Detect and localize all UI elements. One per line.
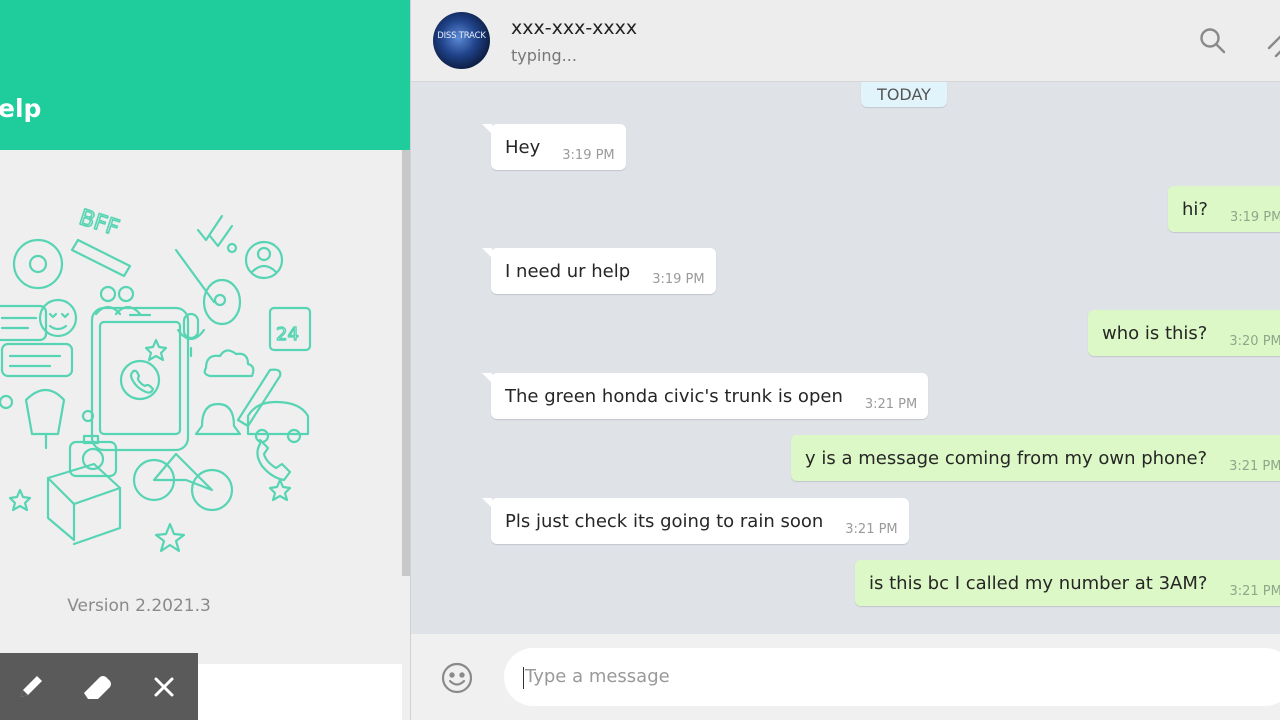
message-text: Pls just check its going to rain soon <box>505 510 824 532</box>
contact-status: typing... <box>511 46 577 65</box>
message-text: who is this? <box>1102 322 1208 344</box>
attach-icon[interactable] <box>1261 24 1280 58</box>
message-input[interactable]: Type a message <box>504 648 1280 706</box>
annotation-toolbar <box>0 653 198 720</box>
eraser-icon[interactable] <box>80 670 114 704</box>
message-list[interactable]: TODAY Hey 3:19 PM hi? 3:19 PM I need ur help… <box>411 82 1280 634</box>
version-label: Version 2.2021.3 <box>67 596 211 616</box>
message-text: Hey <box>505 136 541 158</box>
outgoing-message[interactable]: who is this? 3:20 PM <box>1088 310 1280 356</box>
pencil-icon[interactable] <box>14 670 48 704</box>
message-text: The green honda civic's trunk is open <box>505 385 843 407</box>
svg-text:24: 24 <box>276 324 299 345</box>
incoming-message[interactable]: Pls just check its going to rain soon 3:2… <box>482 498 909 544</box>
message-time: 3:19 PM <box>1229 209 1280 225</box>
message-time: 3:21 PM <box>845 521 898 537</box>
avatar-text: DISS TRACK <box>437 31 486 41</box>
message-time: 3:21 PM <box>1229 583 1280 599</box>
left-panel: elp BFF 24 Version 2.2021.3 <box>0 0 410 720</box>
sidebar-scrollbar[interactable] <box>402 150 410 576</box>
close-icon[interactable] <box>147 670 181 704</box>
contact-name[interactable]: xxx-xxx-xxxx <box>511 17 637 39</box>
message-input-placeholder: Type a message <box>525 666 670 687</box>
incoming-message[interactable]: The green honda civic's trunk is open 3:2… <box>482 373 929 419</box>
message-text: I need ur help <box>505 260 631 282</box>
bubble-tail <box>482 498 492 508</box>
text-caret <box>523 667 524 689</box>
message-time: 3:20 PM <box>1229 333 1280 349</box>
outgoing-message[interactable]: y is a message coming from my own phone?… <box>791 435 1280 481</box>
sidebar-title: elp <box>0 94 42 123</box>
search-icon[interactable] <box>1196 24 1230 58</box>
avatar[interactable]: DISS TRACK <box>433 12 490 69</box>
bubble-tail <box>482 373 492 383</box>
svg-text:BFF: BFF <box>76 205 122 241</box>
message-time: 3:21 PM <box>1229 458 1280 474</box>
date-divider: TODAY <box>861 82 947 107</box>
incoming-message[interactable]: I need ur help 3:19 PM <box>482 248 716 294</box>
sidebar-header: elp <box>0 0 410 150</box>
outgoing-message[interactable]: hi? 3:19 PM <box>1168 186 1280 232</box>
bubble-tail <box>482 248 492 258</box>
sidebar-input-area[interactable] <box>198 664 402 720</box>
chat-header: DISS TRACK xxx-xxx-xxxx typing... <box>411 0 1280 82</box>
message-time: 3:19 PM <box>652 271 705 287</box>
incoming-message[interactable]: Hey 3:19 PM <box>482 124 626 170</box>
sidebar-scrollbar-track <box>402 576 410 720</box>
message-text: y is a message coming from my own phone? <box>805 447 1208 469</box>
composer: Type a message <box>411 634 1280 720</box>
outgoing-message[interactable]: is this bc I called my number at 3AM? 3:2… <box>855 560 1280 606</box>
message-time: 3:21 PM <box>864 396 918 412</box>
smile-icon[interactable] <box>440 661 474 695</box>
message-text: is this bc I called my number at 3AM? <box>869 572 1208 594</box>
message-text: hi? <box>1182 198 1208 220</box>
message-time: 3:19 PM <box>562 147 615 163</box>
whatsapp-doodle-illustration: BFF 24 <box>0 204 312 553</box>
chat-panel: DISS TRACK xxx-xxx-xxxx typing... TODAY … <box>410 0 1280 720</box>
bubble-tail <box>482 124 492 134</box>
